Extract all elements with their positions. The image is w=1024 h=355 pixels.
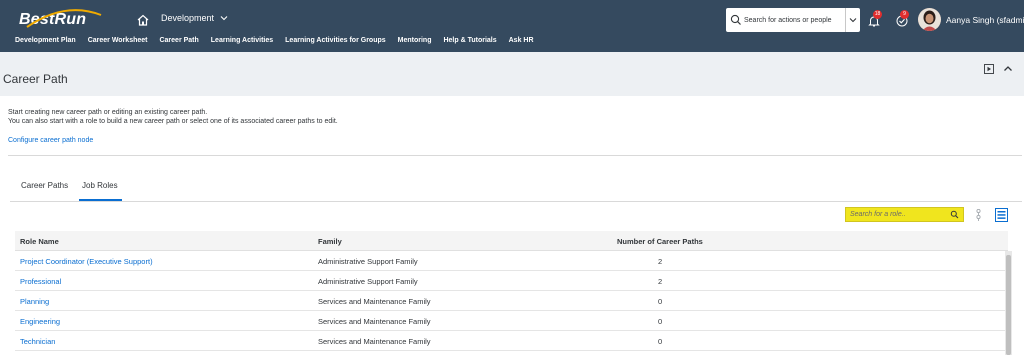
- nav-item-development-plan[interactable]: Development Plan: [0, 37, 82, 51]
- shell-header: BestRun Development Search for actions o…: [0, 0, 1024, 52]
- table-row[interactable]: Project Coordinator (Executive Support) …: [15, 251, 1008, 271]
- environment-selector[interactable]: Development: [161, 13, 228, 23]
- intro-text-2: You can also start with a role to build …: [8, 118, 338, 125]
- family-cell: Administrative Support Family: [318, 277, 418, 286]
- chevron-down-icon: [849, 18, 857, 23]
- family-cell: Administrative Support Family: [318, 257, 418, 266]
- user-name[interactable]: Aanya Singh (sfadmi: [946, 15, 1024, 25]
- chevron-down-icon: [220, 16, 228, 21]
- nav-item-help-tutorials[interactable]: Help & Tutorials: [437, 37, 502, 51]
- nav-item-ask-hr[interactable]: Ask HR: [503, 37, 540, 51]
- column-header-family[interactable]: Family: [318, 237, 342, 246]
- home-icon[interactable]: [136, 13, 150, 27]
- global-search[interactable]: Search for actions or people: [726, 8, 860, 32]
- todo-badge: 9: [900, 10, 909, 19]
- search-icon[interactable]: [950, 210, 959, 219]
- nav-item-career-worksheet[interactable]: Career Worksheet: [82, 37, 154, 51]
- divider: [8, 155, 1022, 156]
- job-roles-table: Role Name Family Number of Career Paths …: [15, 231, 1008, 351]
- tab-bar: Career Paths Job Roles: [10, 170, 1022, 202]
- nav-item-career-path[interactable]: Career Path: [153, 37, 204, 51]
- table-scrollbar-thumb[interactable]: [1006, 255, 1011, 355]
- avatar[interactable]: [918, 8, 941, 31]
- role-search-input[interactable]: Search for a role..: [850, 211, 950, 218]
- family-cell: Services and Maintenance Family: [318, 337, 431, 346]
- role-name-link[interactable]: Project Coordinator (Executive Support): [20, 257, 153, 266]
- page-header: Career Path: [0, 52, 1024, 96]
- family-cell: Services and Maintenance Family: [318, 317, 431, 326]
- family-cell: Services and Maintenance Family: [318, 297, 431, 306]
- collapse-icon[interactable]: [1003, 64, 1013, 74]
- search-icon: [730, 14, 741, 25]
- career-paths-count: 0: [658, 317, 663, 326]
- career-paths-count: 2: [658, 277, 663, 286]
- intro-text-1: Start creating new career path or editin…: [8, 109, 208, 116]
- role-search[interactable]: Search for a role..: [845, 207, 964, 222]
- nav-item-learning-activities-groups[interactable]: Learning Activities for Groups: [279, 37, 391, 51]
- play-icon[interactable]: [984, 64, 994, 74]
- table-row[interactable]: Engineering Services and Maintenance Fam…: [15, 311, 1008, 331]
- role-name-link[interactable]: Professional: [20, 277, 61, 286]
- search-scope-dropdown[interactable]: [845, 8, 860, 32]
- table-row[interactable]: Planning Services and Maintenance Family…: [15, 291, 1008, 311]
- tab-career-paths[interactable]: Career Paths: [21, 181, 68, 190]
- bestrun-logo[interactable]: BestRun: [19, 9, 102, 31]
- table-row[interactable]: Professional Administrative Support Fami…: [15, 271, 1008, 291]
- nav-item-mentoring[interactable]: Mentoring: [392, 37, 438, 51]
- role-name-link[interactable]: Engineering: [20, 317, 60, 326]
- user-photo-icon: [918, 8, 941, 31]
- logo-swoosh-icon: [26, 9, 102, 28]
- configure-career-path-node-link[interactable]: Configure career path node: [8, 137, 93, 144]
- notifications-badge: 18: [873, 10, 882, 19]
- career-paths-count: 2: [658, 257, 663, 266]
- nav-item-learning-activities[interactable]: Learning Activities: [205, 37, 279, 51]
- list-view-icon[interactable]: [995, 208, 1008, 222]
- intro-section: Start creating new career path or editin…: [0, 96, 1024, 155]
- role-name-link[interactable]: Technician: [20, 337, 55, 346]
- active-tab-indicator: [79, 199, 122, 201]
- page-title: Career Path: [3, 72, 68, 86]
- table-row[interactable]: Technician Services and Maintenance Fami…: [15, 331, 1008, 351]
- role-name-link[interactable]: Planning: [20, 297, 49, 306]
- main-nav: Development Plan Career Worksheet Career…: [0, 37, 540, 51]
- tab-job-roles[interactable]: Job Roles: [82, 181, 118, 190]
- column-header-career-paths[interactable]: Number of Career Paths: [617, 237, 703, 246]
- global-search-input[interactable]: Search for actions or people: [744, 17, 845, 24]
- column-header-role-name[interactable]: Role Name: [20, 237, 59, 246]
- career-paths-count: 0: [658, 337, 663, 346]
- filter-settings-icon[interactable]: [972, 208, 985, 222]
- career-paths-count: 0: [658, 297, 663, 306]
- environment-label: Development: [161, 13, 215, 23]
- table-header-row: Role Name Family Number of Career Paths: [15, 231, 1008, 251]
